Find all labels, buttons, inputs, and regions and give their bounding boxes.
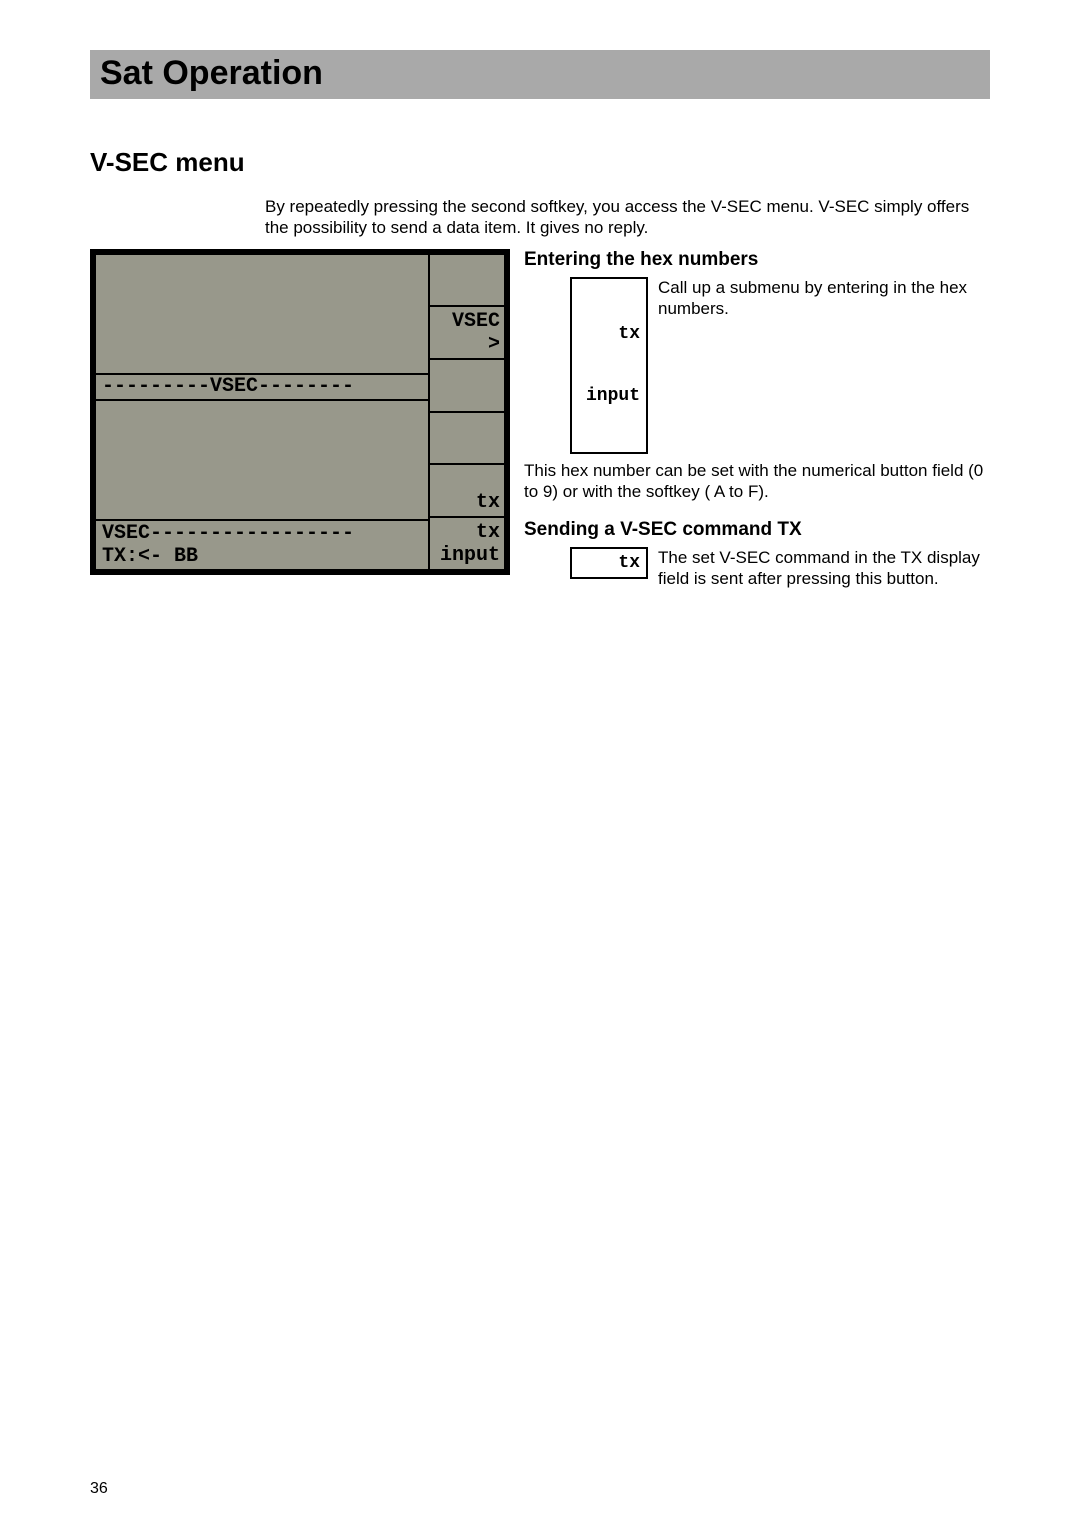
- hex-softkey-box: tx input: [570, 277, 648, 455]
- softkey-6-line1: tx: [476, 521, 500, 544]
- softkey-1[interactable]: [429, 254, 505, 307]
- chapter-header: Sat Operation: [90, 50, 990, 99]
- hex-box-line1: tx: [578, 324, 640, 345]
- softkey-6-line2: input: [440, 544, 500, 567]
- softkey-6[interactable]: tx input: [429, 517, 505, 570]
- softkey-3[interactable]: [429, 359, 505, 412]
- lcd-area-middle: ---------VSEC--------: [95, 374, 429, 400]
- lcd-area-bottom: VSEC----------------- TX:<- BB: [95, 520, 429, 570]
- lcd-bottom-line1: VSEC-----------------: [102, 522, 354, 545]
- hex-heading: Entering the hex numbers: [524, 249, 990, 271]
- tx-softkey-box: tx: [570, 547, 648, 580]
- section-title: V-SEC menu: [90, 147, 990, 178]
- lcd-bottom-line2: TX:<- BB: [102, 545, 198, 568]
- hex-callout-text: Call up a submenu by entering in the hex…: [658, 277, 990, 320]
- page-number: 36: [90, 1480, 108, 1498]
- softkey-2-line1: VSEC: [452, 310, 500, 333]
- intro-paragraph: By repeatedly pressing the second softke…: [265, 196, 990, 239]
- lcd-area-top: [95, 254, 429, 374]
- softkey-2[interactable]: VSEC >: [429, 306, 505, 359]
- lcd-area-gap: [95, 400, 429, 520]
- hex-after-text: This hex number can be set with the nume…: [524, 460, 990, 503]
- softkey-5[interactable]: tx: [429, 464, 505, 517]
- softkey-4[interactable]: [429, 412, 505, 465]
- lcd-device: ---------VSEC-------- VSEC--------------…: [90, 249, 510, 575]
- chapter-title: Sat Operation: [100, 54, 980, 93]
- softkey-column: VSEC > tx tx input: [429, 254, 505, 570]
- hex-box-line2: input: [578, 386, 640, 407]
- softkey-2-line2: >: [488, 333, 500, 356]
- tx-callout-text: The set V-SEC command in the TX display …: [658, 547, 990, 590]
- tx-heading: Sending a V-SEC command TX: [524, 519, 990, 541]
